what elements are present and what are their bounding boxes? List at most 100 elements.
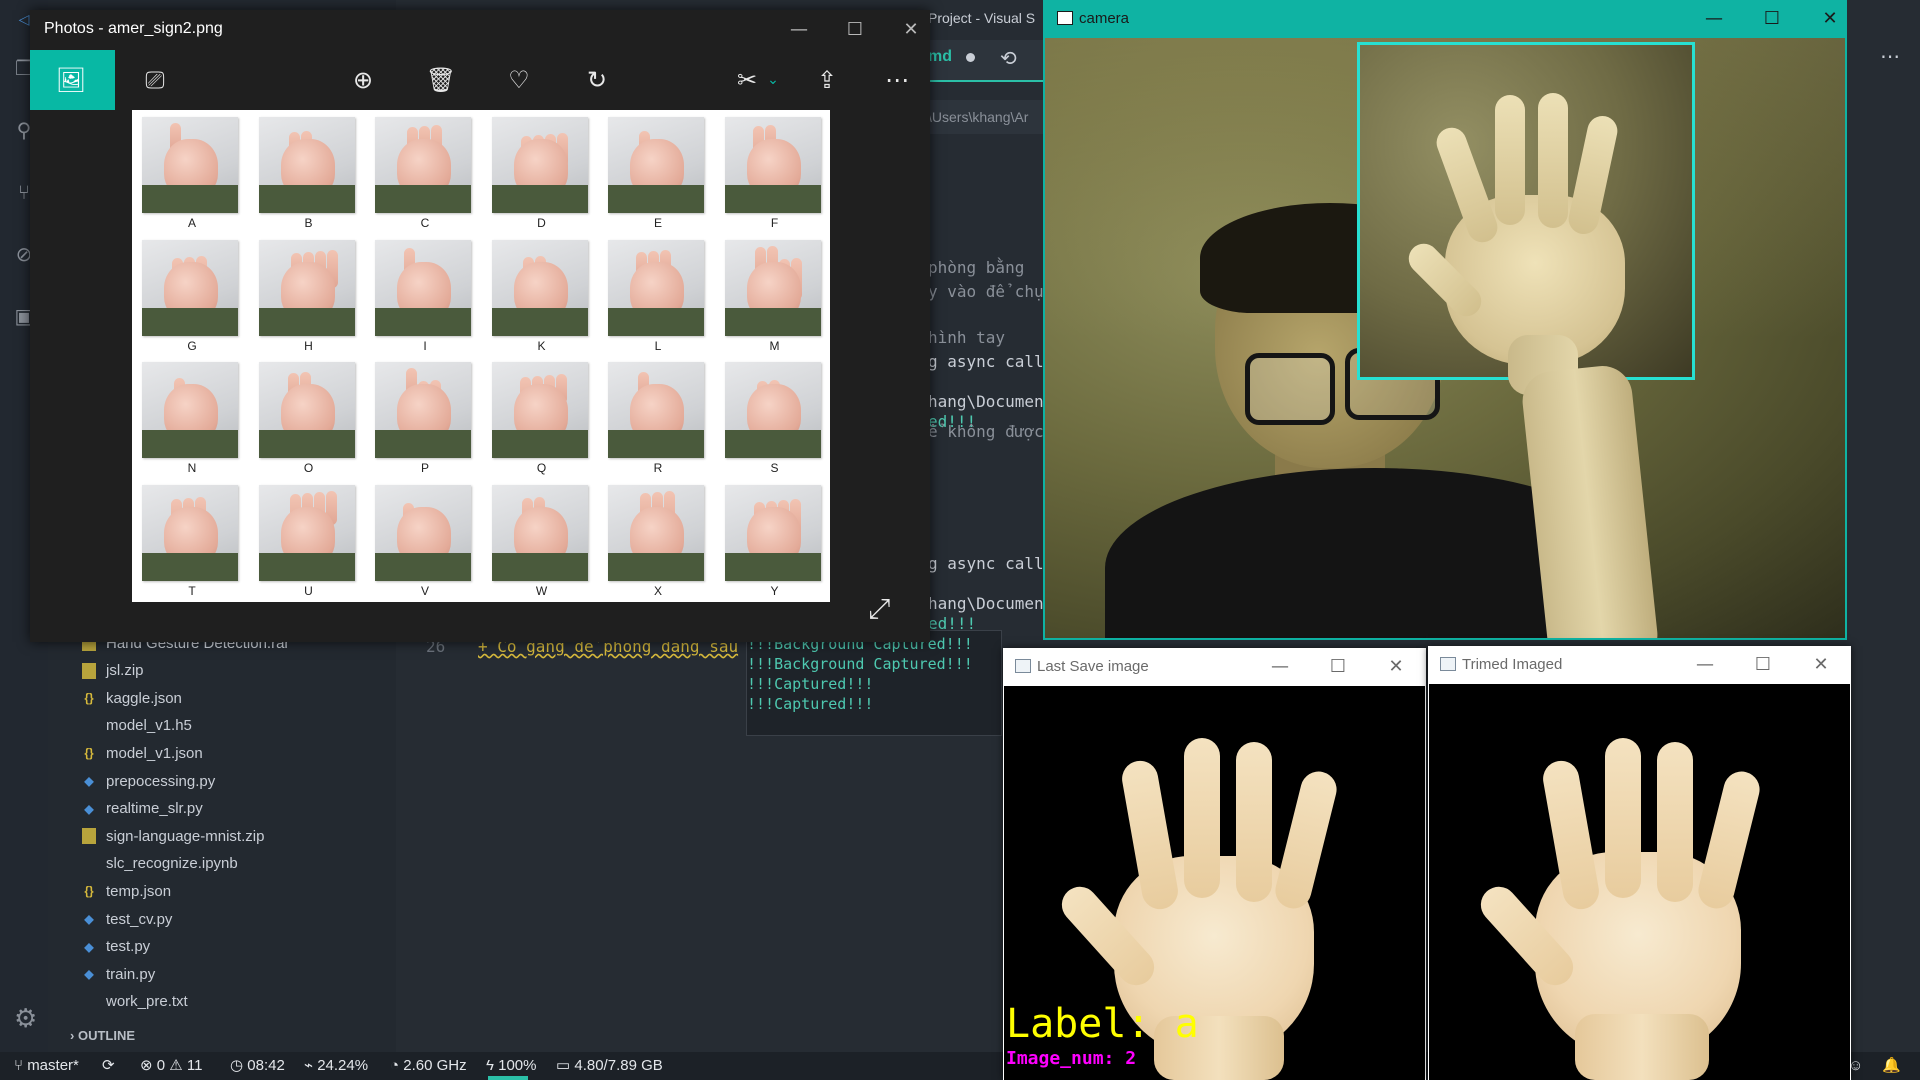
explorer-file-item[interactable]: work_pre.txt [82, 989, 188, 1015]
chevron-down-icon[interactable]: ⌄ [756, 64, 790, 96]
rotate-icon[interactable]: ↻ [580, 64, 614, 96]
maximize-icon[interactable]: ☐ [840, 16, 870, 44]
explorer-file-item[interactable]: {} model_v1.json [82, 740, 203, 766]
explorer-file-item[interactable]: ◆ realtime_slr.py [82, 796, 202, 822]
zoom-in-icon[interactable]: ⊕ [346, 64, 380, 96]
sign-chart-image: A B C D E F G H I K L M N O P Q R S T U V W X Y [132, 110, 830, 602]
sleeve [608, 307, 704, 336]
status-highlight [488, 1076, 528, 1080]
branch-name: master* [27, 1057, 79, 1074]
window-app-icon [1440, 657, 1456, 671]
photos-title: Photos - amer_sign2.png [44, 20, 223, 37]
sign-letter-label: X [653, 583, 662, 598]
explorer-file-item[interactable]: jsl.zip [82, 658, 144, 684]
hand-sign-photo [608, 362, 704, 458]
explorer-file-item[interactable]: {} temp.json [82, 878, 171, 904]
clock-time: 08:42 [247, 1057, 285, 1074]
camera-titlebar[interactable]: camera — ☐ ✕ [1043, 0, 1847, 38]
photos-titlebar[interactable]: Photos - amer_sign2.png — ☐ ✕ [30, 10, 930, 50]
sleeve [258, 430, 355, 458]
window-app-icon [1057, 11, 1073, 25]
finger [1565, 113, 1621, 237]
hand-sign-photo [724, 117, 821, 213]
code-line: hang\Document [928, 392, 1054, 411]
minimize-icon[interactable]: — [784, 16, 814, 44]
outline-section[interactable]: › OUTLINE [70, 1028, 135, 1043]
favorite-heart-icon[interactable]: ♡ [502, 64, 536, 96]
minimize-icon[interactable]: — [1699, 6, 1729, 32]
explorer-file-item[interactable]: slc_recognize.ipynb [82, 851, 238, 877]
maximize-icon[interactable]: ☐ [1323, 654, 1353, 680]
sleeve [724, 552, 821, 581]
sign-letter-label: H [304, 338, 313, 353]
terminal-line: !!!Captured!!! [747, 695, 874, 713]
explorer-file-item[interactable]: ◆ test.py [82, 934, 150, 960]
close-icon[interactable]: ✕ [896, 16, 926, 44]
last-save-title: Last Save image [1037, 658, 1149, 675]
hand-sign-photo [142, 484, 238, 581]
sign-letter-label: F [770, 216, 779, 230]
more-options-icon[interactable]: ⋯ [880, 64, 914, 96]
trimmed-canvas [1429, 684, 1850, 1080]
sleeve [491, 185, 588, 213]
hand-sign-photo [491, 117, 588, 213]
compare-changes-icon[interactable]: ⟲ [1000, 46, 1017, 70]
minimize-icon[interactable]: — [1265, 654, 1295, 680]
view-image-button[interactable]: 🖼 [30, 50, 115, 110]
explorer-file-name: test.py [106, 938, 151, 956]
sign-letter-label: U [304, 583, 313, 598]
finger [1657, 742, 1693, 902]
finger [1694, 767, 1764, 913]
maximize-icon[interactable]: ☐ [1748, 652, 1778, 678]
hand-sign-photo [258, 117, 355, 213]
explorer-file-item[interactable]: sign-language-mnist.zip [82, 823, 264, 849]
hand-sign-photo [724, 239, 821, 336]
slideshow-icon[interactable]: ⎚ [138, 64, 172, 96]
finger [1432, 123, 1502, 247]
python-icon: ◆ [84, 801, 94, 816]
bolt-icon: ϟ [486, 1057, 494, 1074]
python-icon: ◆ [84, 912, 94, 926]
close-icon[interactable]: ✕ [1381, 654, 1411, 680]
explorer-file-name: model_v1.json [106, 744, 203, 762]
sleeve [375, 307, 471, 336]
sleeve [375, 552, 471, 581]
maximize-icon[interactable]: ☐ [1757, 6, 1787, 32]
close-icon[interactable]: ✕ [1806, 652, 1836, 678]
hand-sign-photo [142, 117, 238, 213]
error-count: 0 [156, 1057, 166, 1074]
minimize-icon[interactable]: — [1690, 652, 1720, 678]
close-icon[interactable]: ✕ [1815, 6, 1845, 32]
sign-cell: O [251, 357, 367, 479]
sign-letter-label: I [423, 338, 427, 353]
problems-status[interactable]: ⊗ 0 ⚠ 11 [140, 1052, 202, 1080]
explorer-file-item[interactable]: {} kaggle.json [82, 685, 182, 711]
terminal-output: !!!Background Captured!!! !!!Background … [746, 630, 1002, 736]
code-line: ể không được [928, 422, 1044, 441]
delete-icon[interactable]: 🗑 [424, 64, 458, 96]
sign-cell: X [600, 480, 716, 602]
code-line: y vào để chụ [928, 282, 1044, 301]
expand-fullscreen-icon[interactable]: ⤢ [868, 592, 890, 626]
sync-icon[interactable]: ⟳ [102, 1052, 115, 1080]
sign-letter-label: N [187, 461, 197, 475]
gear-icon[interactable]: ⚙ [14, 1004, 37, 1034]
explorer-file-item[interactable]: ◆ prepocessing.py [82, 768, 215, 794]
more-actions-icon[interactable]: ⋯ [1880, 44, 1900, 68]
sign-cell: H [251, 235, 367, 357]
share-icon[interactable]: ⇪ [810, 64, 844, 96]
trimmed-image-window: Trimed Imaged — ☐ ✕ [1428, 646, 1851, 1080]
sleeve [724, 307, 821, 336]
explorer-file-item[interactable]: ◆ test_cv.py [82, 906, 172, 932]
code-line: hang\Document [928, 594, 1054, 613]
finger [1538, 93, 1568, 228]
sign-cell: G [134, 235, 250, 357]
sign-cell: R [600, 357, 716, 479]
explorer-file-item[interactable]: model_v1.h5 [82, 713, 192, 739]
branch-status[interactable]: ⑂ master* [14, 1052, 79, 1080]
explorer-file-item[interactable]: ◆ train.py [82, 961, 155, 987]
code-line: hình tay [928, 328, 1006, 347]
window-app-icon [1015, 659, 1031, 673]
notification-bell-icon[interactable]: 🔔 [1882, 1052, 1901, 1080]
prediction-label: Label: a [1006, 1001, 1199, 1047]
